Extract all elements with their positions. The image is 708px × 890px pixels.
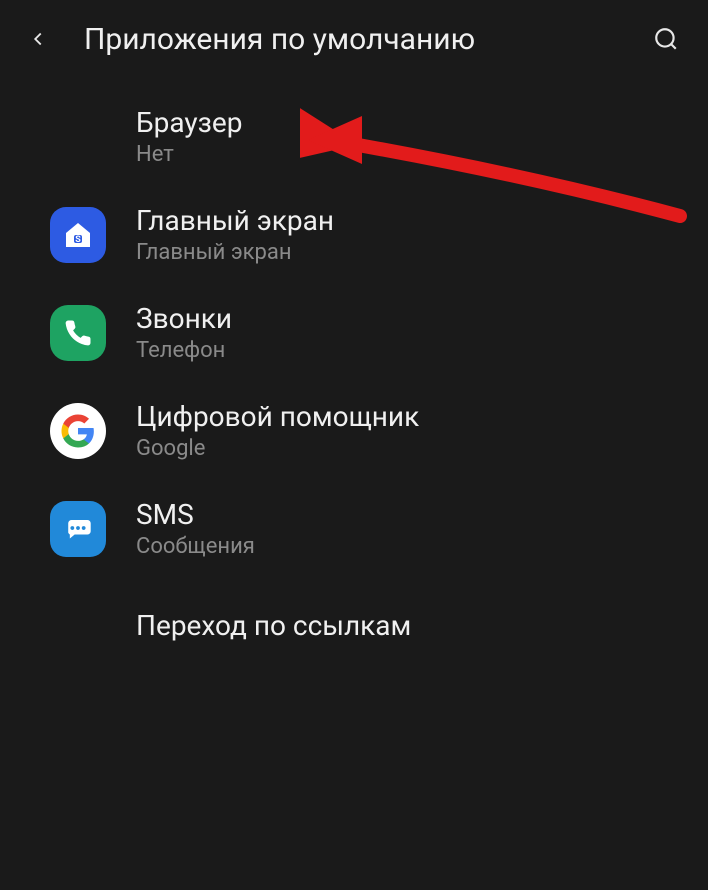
item-subtitle: Главный экран	[136, 240, 334, 266]
list-item-calls[interactable]: Звонки Телефон	[0, 284, 708, 382]
item-subtitle: Сообщения	[136, 534, 255, 560]
item-title: Главный экран	[136, 204, 334, 238]
google-logo-icon	[60, 413, 96, 449]
item-subtitle: Нет	[136, 142, 242, 168]
item-subtitle: Телефон	[136, 338, 232, 364]
item-text: Переход по ссылкам	[136, 609, 411, 645]
header: Приложения по умолчанию	[0, 0, 708, 78]
list-item-browser[interactable]: Браузер Нет	[0, 88, 708, 186]
page-title: Приложения по умолчанию	[84, 22, 646, 57]
item-title: Браузер	[136, 106, 242, 140]
item-title: SMS	[136, 498, 255, 532]
phone-app-icon	[50, 305, 106, 361]
app-icon-empty	[50, 109, 106, 165]
svg-text:S: S	[75, 235, 81, 245]
message-icon	[61, 512, 95, 546]
item-text: Цифровой помощник Google	[136, 400, 419, 462]
list-item-home[interactable]: S Главный экран Главный экран	[0, 186, 708, 284]
list-item-sms[interactable]: SMS Сообщения	[0, 480, 708, 578]
sms-app-icon	[50, 501, 106, 557]
home-app-icon: S	[50, 207, 106, 263]
search-button[interactable]	[646, 19, 686, 59]
item-text: Звонки Телефон	[136, 302, 232, 364]
settings-list: Браузер Нет S Главный экран Главный экра…	[0, 78, 708, 676]
back-button[interactable]	[18, 19, 58, 59]
chevron-left-icon	[27, 28, 49, 50]
app-icon-empty	[50, 599, 106, 655]
list-item-assistant[interactable]: Цифровой помощник Google	[0, 382, 708, 480]
item-text: Главный экран Главный экран	[136, 204, 334, 266]
item-title: Звонки	[136, 302, 232, 336]
phone-icon	[63, 318, 93, 348]
item-title: Переход по ссылкам	[136, 609, 411, 643]
item-text: SMS Сообщения	[136, 498, 255, 560]
item-title: Цифровой помощник	[136, 400, 419, 434]
item-text: Браузер Нет	[136, 106, 242, 168]
search-icon	[653, 26, 679, 52]
item-subtitle: Google	[136, 436, 419, 462]
google-app-icon	[50, 403, 106, 459]
list-item-links[interactable]: Переход по ссылкам	[0, 578, 708, 676]
house-icon: S	[60, 217, 96, 253]
